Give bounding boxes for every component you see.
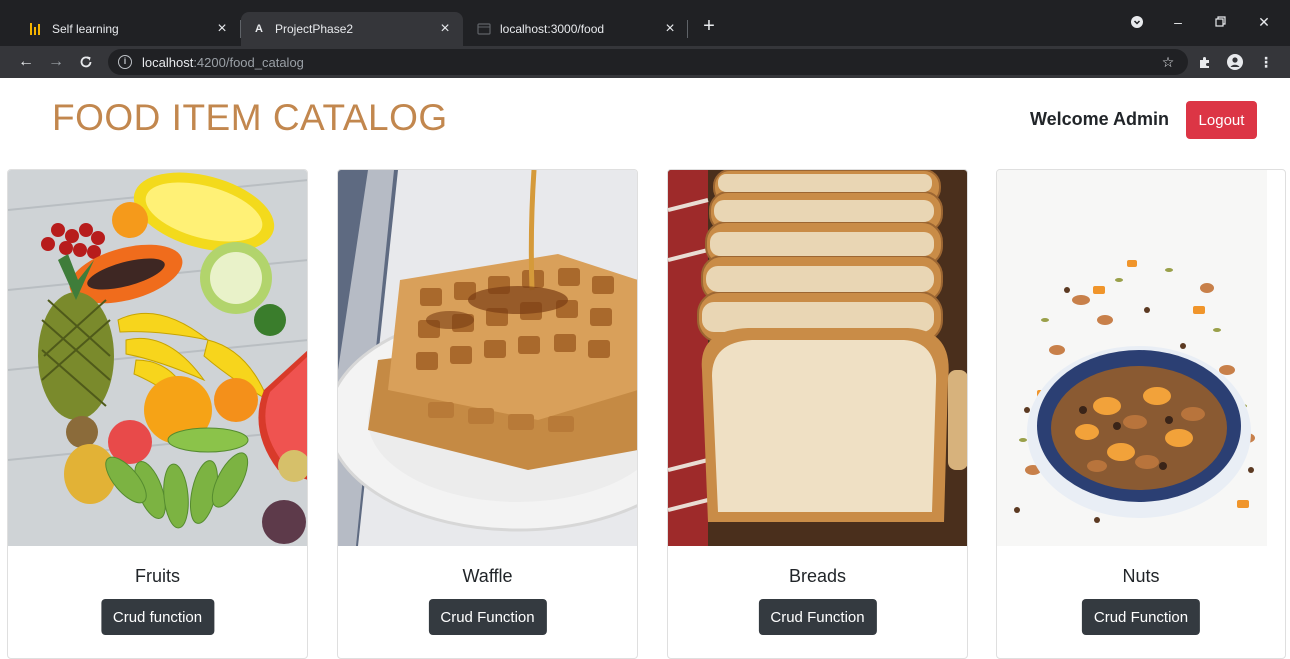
kebab-menu-icon[interactable]: ⋮ <box>1254 50 1278 74</box>
tab-search-icon[interactable] <box>1125 10 1149 34</box>
food-card-nuts: Nuts Crud Function <box>996 169 1286 659</box>
waffle-image <box>338 170 637 546</box>
globe-icon <box>476 21 492 37</box>
info-icon[interactable]: i <box>118 55 132 69</box>
breads-image <box>668 170 967 546</box>
crud-function-button[interactable]: Crud Function <box>758 599 877 635</box>
tab-title: Self learning <box>52 22 119 36</box>
card-title: Fruits <box>135 566 180 586</box>
address-bar[interactable]: i localhost:4200/food_catalog <box>108 49 1188 75</box>
welcome-text: Welcome Admin <box>1030 109 1170 129</box>
tab-title: localhost:3000/food <box>500 22 605 36</box>
tab-self-learning[interactable]: Self learning × <box>18 12 240 46</box>
tab-localhost-food[interactable]: localhost:3000/food × <box>466 12 688 46</box>
card-title: Breads <box>788 566 847 586</box>
tab-projectphase2[interactable]: A ProjectPhase2 × <box>241 12 463 46</box>
back-arrow-icon[interactable]: ← <box>14 50 38 74</box>
restore-icon[interactable] <box>1209 10 1233 34</box>
angular-icon: A <box>255 23 263 35</box>
crud-function-button[interactable]: Crud Function <box>428 599 547 635</box>
minimize-icon[interactable]: – <box>1166 10 1190 34</box>
crud-function-button[interactable]: Crud function <box>100 599 215 635</box>
food-card-waffle: Waffle Crud Function <box>337 169 638 659</box>
tab-divider <box>687 20 688 38</box>
extensions-puzzle-icon[interactable] <box>1193 50 1217 74</box>
food-card-fruits: Fruits Crud function <box>7 169 308 659</box>
nuts-image <box>997 170 1267 546</box>
url-path: :4200/food_catalog <box>193 54 304 70</box>
tab-title: ProjectPhase2 <box>275 22 354 36</box>
close-icon[interactable]: × <box>214 21 230 37</box>
bookmark-star-icon[interactable]: ☆ <box>1156 50 1180 74</box>
browser-toolbar: ← → i localhost:4200/food_catalog ☆ ⋮ <box>0 46 1290 78</box>
close-icon[interactable]: × <box>662 21 678 37</box>
browser-tab-strip: Self learning × A ProjectPhase2 × localh… <box>0 0 1290 46</box>
fruits-image <box>8 170 307 546</box>
logout-button[interactable]: Logout <box>1186 101 1257 139</box>
crud-function-button[interactable]: Crud Function <box>1081 599 1201 635</box>
url-host: localhost <box>142 54 194 70</box>
profile-avatar-icon[interactable] <box>1223 50 1247 74</box>
new-tab-plus-icon[interactable]: + <box>698 16 720 38</box>
page-title: FOOD ITEM CATALOG <box>52 97 448 138</box>
self-learning-icon <box>28 21 44 37</box>
card-title: Nuts <box>1122 566 1160 586</box>
card-title: Waffle <box>462 566 513 586</box>
food-card-breads: Breads Crud Function <box>667 169 968 659</box>
close-window-icon[interactable]: ✕ <box>1252 10 1276 34</box>
close-icon[interactable]: × <box>437 21 453 37</box>
forward-arrow-icon[interactable]: → <box>44 50 68 74</box>
reload-icon[interactable] <box>74 50 98 74</box>
